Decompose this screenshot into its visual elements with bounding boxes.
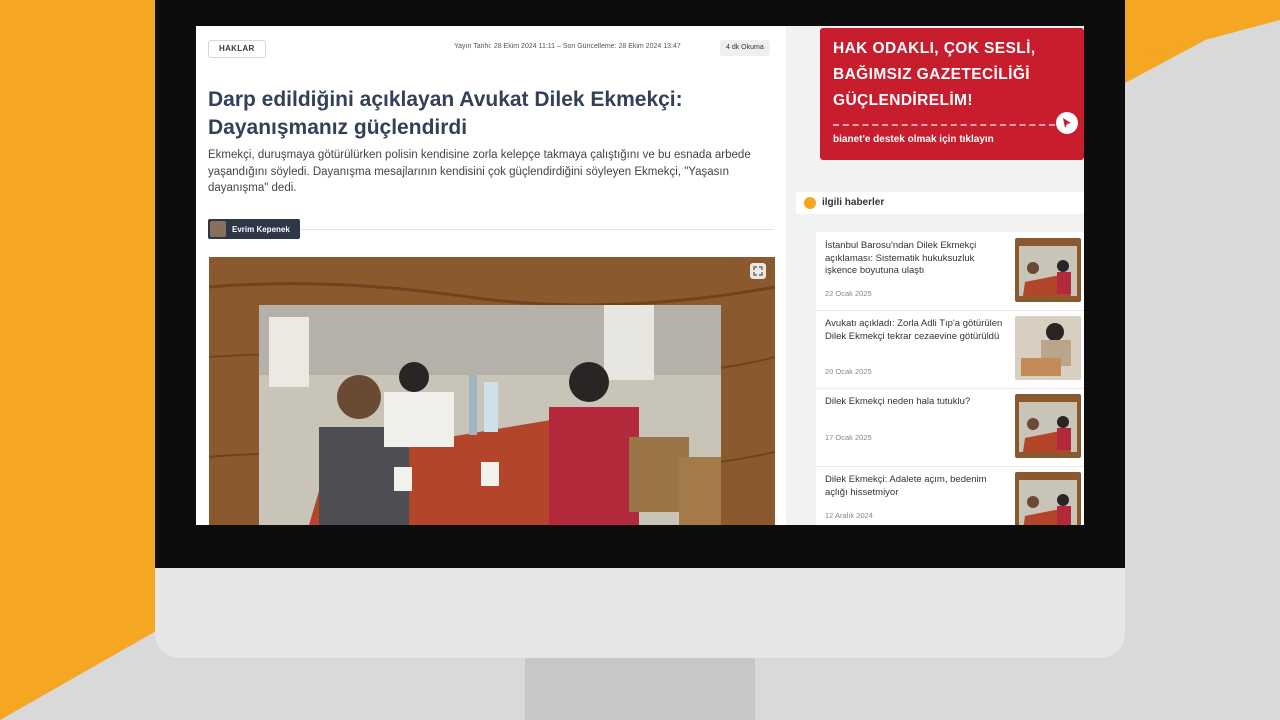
dot-icon [804,197,816,209]
list-item[interactable]: İstanbul Barosu'ndan Dilek Ekmekçi açıkl… [816,232,1084,311]
author-name: Evrim Kepenek [232,224,290,234]
read-time-badge: 4 dk Okuma [720,40,770,56]
list-item[interactable]: Dilek Ekmekçi: Adalete açım, bedenim açl… [816,466,1084,525]
article-photo[interactable] [209,257,775,525]
promo-cta[interactable]: bianet'e destek olmak için tıklayın [833,134,994,145]
promo-line-3: GÜÇLENDİRELİM! [833,92,973,109]
monitor-stand [525,658,755,720]
related-news-list: İstanbul Barosu'ndan Dilek Ekmekçi açıkl… [816,232,1084,525]
article-lead: Ekmekçi, duruşmaya götürülürken polisin … [208,149,751,194]
author-row: Evrim Kepenek [208,219,774,241]
related-item-date: 20 Ocak 2025 [825,367,872,376]
promo-line-2: BAĞIMSIZ GAZETECİLİĞİ [833,66,1030,83]
promo-line-1: HAK ODAKLI, ÇOK SESLİ, [833,40,1036,57]
related-item-thumbnail[interactable] [1015,238,1081,302]
support-banner[interactable]: HAK ODAKLI, ÇOK SESLİ, BAĞIMSIZ GAZETECİ… [820,28,1084,160]
related-item-title[interactable]: Dilek Ekmekçi: Adalete açım, bedenim açl… [825,474,1005,499]
list-item[interactable]: Avukatı açıkladı: Zorla Adli Tıp'a götür… [816,310,1084,389]
monitor-chin [155,568,1125,658]
related-item-thumbnail[interactable] [1015,316,1081,380]
expand-icon[interactable] [750,263,766,279]
related-news-header: ilgili haberler [796,192,1084,214]
cursor-icon [1056,112,1078,134]
promo-dashed-line [833,124,1055,126]
related-item-date: 12 Aralık 2024 [825,511,873,520]
author-chip[interactable]: Evrim Kepenek [208,219,300,239]
related-item-date: 17 Ocak 2025 [825,433,872,442]
related-item-date: 22 Ocak 2025 [825,289,872,298]
sidebar: HAK ODAKLI, ÇOK SESLİ, BAĞIMSIZ GAZETECİ… [796,26,1084,525]
related-item-thumbnail[interactable] [1015,394,1081,458]
related-news-title: ilgili haberler [822,197,885,208]
related-item-title[interactable]: Avukatı açıkladı: Zorla Adli Tıp'a götür… [825,318,1005,343]
article-meta: Yayın Tarihi: 28 Ekim 2024 11:11 – Son G… [454,43,681,50]
related-item-thumbnail[interactable] [1015,472,1081,525]
article-main: HAKLAR Yayın Tarihi: 28 Ekim 2024 11:11 … [196,26,786,525]
list-item[interactable]: Dilek Ekmekçi neden hala tutuklu? 17 Oca… [816,388,1084,467]
category-badge[interactable]: HAKLAR [208,40,266,58]
browser-screen: HAKLAR Yayın Tarihi: 28 Ekim 2024 11:11 … [196,26,1084,525]
author-avatar [210,221,226,237]
related-item-title[interactable]: Dilek Ekmekçi neden hala tutuklu? [825,396,1005,409]
related-item-title[interactable]: İstanbul Barosu'ndan Dilek Ekmekçi açıkl… [825,240,1005,278]
article-title: Darp edildiğini açıklayan Avukat Dilek E… [208,88,683,139]
